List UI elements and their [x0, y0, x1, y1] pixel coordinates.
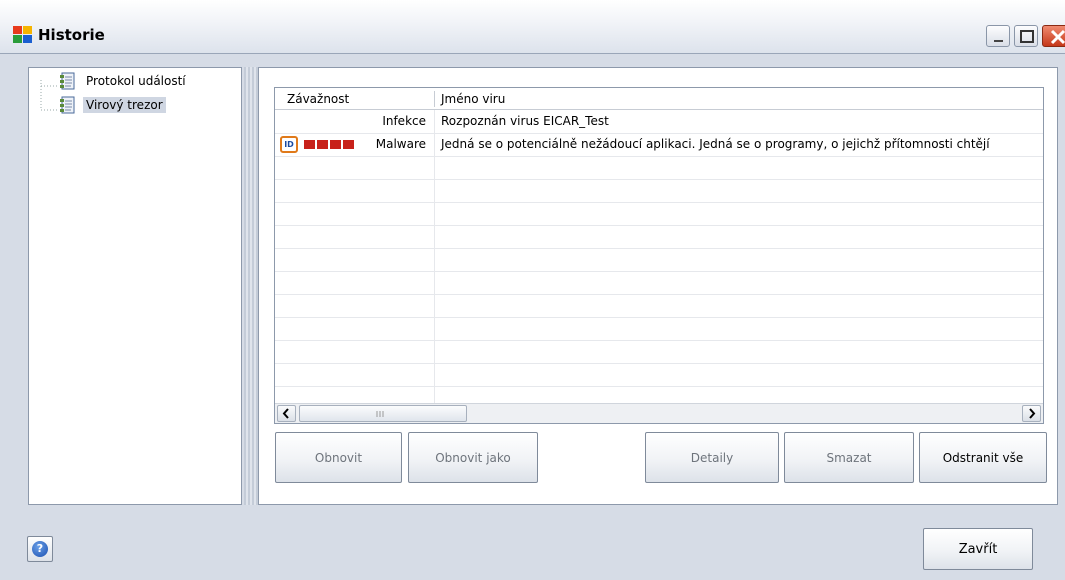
table-row[interactable]: Infekce Rozpoznán virus EICAR_Test — [275, 111, 1043, 134]
severity-square-icon — [330, 140, 341, 149]
severity-square-icon — [343, 140, 354, 149]
tree-item-protokol[interactable]: Protokol událostí — [59, 72, 189, 90]
restore-as-button[interactable]: Obnovit jako — [408, 432, 538, 483]
chevron-left-icon — [282, 408, 289, 419]
minimize-button[interactable] — [986, 25, 1010, 47]
close-icon — [1050, 29, 1065, 45]
table-row — [275, 180, 1043, 203]
column-header-virus-name[interactable]: Jméno viru — [441, 88, 505, 110]
scroll-right-button[interactable] — [1022, 405, 1041, 422]
help-button[interactable]: ? — [27, 536, 53, 562]
tree-connector-lines — [40, 80, 59, 111]
severity-indicator: ID — [280, 136, 356, 153]
document-icon — [60, 72, 75, 90]
close-button[interactable]: Zavřít — [923, 528, 1033, 570]
restore-button[interactable]: Obnovit — [275, 432, 402, 483]
virus-name-cell: Rozpoznán virus EICAR_Test — [441, 114, 609, 128]
table-row — [275, 295, 1043, 318]
remove-all-button[interactable]: Odstranit vše — [919, 432, 1047, 483]
details-button[interactable]: Detaily — [645, 432, 779, 483]
window-title: Historie — [38, 26, 105, 44]
table-row — [275, 364, 1043, 387]
table-row — [275, 203, 1043, 226]
panel-splitter[interactable] — [244, 67, 258, 505]
grip-icon — [376, 411, 384, 417]
table-row — [275, 249, 1043, 272]
vault-panel: Závažnost Jméno viru Infekce Rozpoznán v… — [258, 67, 1058, 505]
minimize-icon — [994, 40, 1003, 42]
virus-name-cell: Jedná se o potenciálně nežádoucí aplikac… — [441, 137, 990, 151]
table-row — [275, 318, 1043, 341]
tree-item-virovy-trezor[interactable]: Virový trezor — [59, 96, 166, 114]
tree-panel: Protokol událostí Virový trezor — [28, 67, 242, 505]
maximize-icon — [1020, 30, 1034, 43]
table-row — [275, 157, 1043, 180]
id-icon: ID — [280, 136, 298, 153]
scroll-thumb[interactable] — [299, 405, 467, 422]
column-header-severity[interactable]: Závažnost — [287, 88, 349, 110]
severity-square-icon — [304, 140, 315, 149]
severity-square-icon — [317, 140, 328, 149]
table-row[interactable]: ID Malware Jedná se o potenciálně nežádo… — [275, 134, 1043, 157]
delete-button[interactable]: Smazat — [784, 432, 914, 483]
help-icon: ? — [32, 541, 48, 557]
column-separator[interactable] — [434, 91, 435, 107]
tree-item-label: Virový trezor — [83, 97, 166, 113]
maximize-button[interactable] — [1014, 25, 1038, 47]
threat-list[interactable]: Závažnost Jméno viru Infekce Rozpoznán v… — [274, 87, 1044, 424]
close-window-button[interactable] — [1042, 25, 1065, 47]
horizontal-scrollbar[interactable] — [275, 403, 1043, 423]
list-header: Závažnost Jméno viru — [275, 88, 1043, 110]
table-row — [275, 341, 1043, 364]
title-bar[interactable]: Historie — [0, 0, 1065, 54]
avg-logo-icon — [13, 26, 32, 43]
history-window: Historie Protokol událostí Virový trezor… — [0, 0, 1065, 580]
severity-cell: Infekce — [382, 114, 426, 128]
table-row — [275, 272, 1043, 295]
table-row — [275, 226, 1043, 249]
scroll-left-button[interactable] — [277, 405, 296, 422]
severity-cell: Malware — [375, 137, 426, 151]
tree-item-label: Protokol událostí — [86, 74, 186, 88]
chevron-right-icon — [1029, 408, 1036, 419]
document-icon — [60, 96, 75, 114]
